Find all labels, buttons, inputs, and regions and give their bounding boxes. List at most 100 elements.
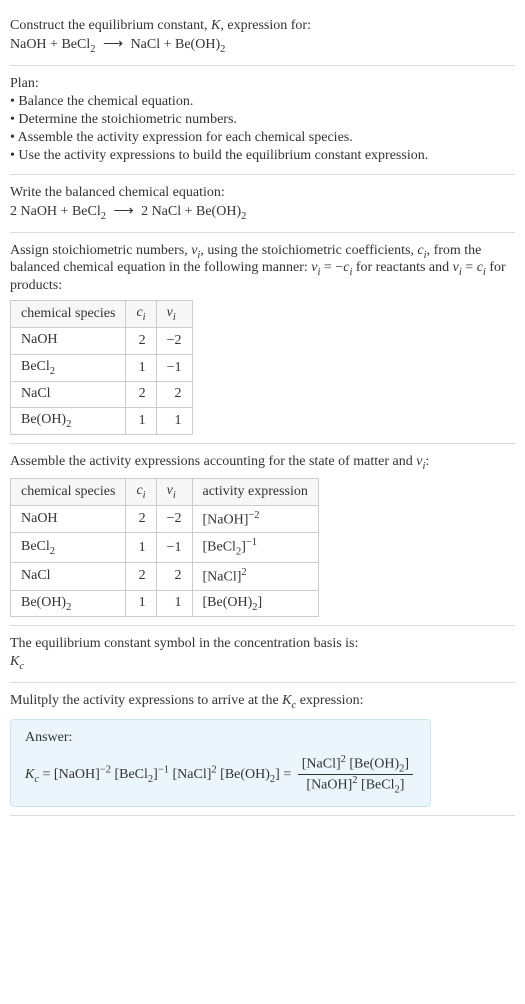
cell-species: NaOH	[11, 505, 126, 533]
cell-nu: 2	[156, 562, 192, 590]
cell-nu: −2	[156, 505, 192, 533]
cell-activity: [NaOH]−2	[192, 505, 318, 533]
den2a: [BeCl	[361, 778, 394, 793]
activity-title-a: Assemble the activity expressions accoun…	[10, 454, 416, 469]
arrow-icon: ⟶	[103, 36, 123, 53]
act-sup: 2	[241, 567, 246, 578]
den1sup: 2	[352, 775, 357, 786]
basis-kc: Kc	[10, 654, 515, 672]
sp-text: Be(OH)	[21, 412, 66, 427]
col-activity: activity expression	[192, 478, 318, 505]
act-main: [NaCl]	[203, 570, 242, 585]
cell-species: NaCl	[11, 381, 126, 408]
multiply-title-b: expression:	[296, 693, 363, 708]
act-main: [Be(OH)	[203, 595, 253, 610]
stoich-section: Assign stoichiometric numbers, νi, using…	[10, 233, 515, 445]
intro-k: K	[211, 18, 220, 33]
den2b: ]	[400, 778, 405, 793]
cell-nu: 1	[156, 590, 192, 617]
fraction-numerator: [NaCl]2 [Be(OH)2]	[298, 754, 413, 775]
cell-c: 2	[126, 327, 156, 354]
t3sup: 2	[211, 764, 216, 775]
cell-c: 1	[126, 408, 156, 435]
t1: [NaOH]	[54, 767, 100, 782]
balanced-equation: 2 NaOH + BeCl2 ⟶ 2 NaCl + Be(OH)2	[10, 203, 515, 222]
eq-sign: =	[39, 767, 54, 782]
t2sup: −1	[158, 764, 169, 775]
table-header-row: chemical species ci νi activity expressi…	[11, 478, 319, 505]
sp-text: NaOH	[21, 511, 58, 526]
fraction-denominator: [NaOH]2 [BeCl2]	[298, 775, 413, 795]
col-ci-i: i	[143, 312, 146, 323]
basis-title: The equilibrium constant symbol in the c…	[10, 636, 515, 652]
activity-table: chemical species ci νi activity expressi…	[10, 478, 319, 617]
col-species: chemical species	[11, 301, 126, 328]
act-sup: −1	[246, 537, 257, 548]
table-row: NaOH 2 −2 [NaOH]−2	[11, 505, 319, 533]
col-nui-i: i	[173, 490, 176, 501]
stoich-eq2b: =	[462, 260, 477, 275]
fraction: [NaCl]2 [Be(OH)2] [NaOH]2 [BeCl2]	[298, 754, 413, 796]
kc-k: K	[10, 654, 19, 669]
sp-text: BeCl	[21, 539, 50, 554]
cell-activity: [Be(OH)2]	[192, 590, 318, 617]
table-row: Be(OH)2 1 1 [Be(OH)2]	[11, 590, 319, 617]
plan-bullet-4: • Use the activity expressions to build …	[10, 148, 515, 164]
sp-text: BeCl	[21, 359, 50, 374]
plan-bullet-1: • Balance the chemical equation.	[10, 94, 515, 110]
activity-title-b: :	[425, 454, 429, 469]
intro-line1: Construct the equilibrium constant, K, e…	[10, 18, 515, 34]
multiply-section: Mulitply the activity expressions to arr…	[10, 683, 515, 816]
answer-box: Answer: Kc = [NaOH]−2 [BeCl2]−1 [NaCl]2 …	[10, 719, 431, 807]
intro-section: Construct the equilibrium constant, K, e…	[10, 8, 515, 66]
cell-nu: 1	[156, 408, 192, 435]
sp-text: NaCl	[21, 568, 51, 583]
table-row: NaCl 2 2 [NaCl]2	[11, 562, 319, 590]
kc-c: c	[19, 661, 24, 672]
kc-k: K	[282, 693, 291, 708]
balanced-lhs: 2 NaOH + BeCl	[10, 204, 101, 219]
num1: [NaCl]	[302, 757, 341, 772]
plan-bullet-3: • Assemble the activity expression for e…	[10, 130, 515, 146]
stoich-p1b: , using the stoichiometric coefficients,	[200, 243, 417, 258]
eq-lhs-sub: 2	[90, 44, 95, 55]
num2b: ]	[404, 757, 409, 772]
intro-equation: NaOH + BeCl2 ⟶ NaCl + Be(OH)2	[10, 36, 515, 55]
act-sup: −2	[248, 510, 259, 521]
cell-species: BeCl2	[11, 533, 126, 562]
cell-activity: [BeCl2]−1	[192, 533, 318, 562]
multiply-title: Mulitply the activity expressions to arr…	[10, 693, 515, 711]
balanced-rhs-sub: 2	[241, 211, 246, 222]
sp-sub: 2	[66, 601, 71, 612]
balanced-section: Write the balanced chemical equation: 2 …	[10, 175, 515, 233]
eq-sign2: =	[280, 767, 295, 782]
intro-text-pre: Construct the equilibrium constant,	[10, 18, 211, 33]
t3: [NaCl]	[173, 767, 212, 782]
cell-c: 1	[126, 590, 156, 617]
den1: [NaOH]	[306, 778, 352, 793]
multiply-title-a: Mulitply the activity expressions to arr…	[10, 693, 282, 708]
cell-species: NaCl	[11, 562, 126, 590]
cell-c: 2	[126, 562, 156, 590]
plan-section: Plan: • Balance the chemical equation. •…	[10, 66, 515, 175]
sp-sub: 2	[66, 419, 71, 430]
stoich-p1a: Assign stoichiometric numbers,	[10, 243, 191, 258]
act-main: [BeCl	[203, 540, 236, 555]
eq-lhs: NaOH + BeCl	[10, 37, 90, 52]
col-ci: ci	[126, 478, 156, 505]
cell-c: 2	[126, 505, 156, 533]
cell-activity: [NaCl]2	[192, 562, 318, 590]
kc-k: K	[25, 767, 34, 782]
t4a: [Be(OH)	[220, 767, 270, 782]
table-row: Be(OH)2 1 1	[11, 408, 193, 435]
col-ci-i: i	[143, 490, 146, 501]
table-header-row: chemical species ci νi	[11, 301, 193, 328]
t1sup: −2	[100, 764, 111, 775]
stoich-table: chemical species ci νi NaOH 2 −2 BeCl2 1…	[10, 300, 193, 435]
balanced-lhs-sub: 2	[101, 211, 106, 222]
activity-section: Assemble the activity expressions accoun…	[10, 444, 515, 626]
table-row: BeCl2 1 −1	[11, 354, 193, 381]
intro-text-post: , expression for:	[220, 18, 311, 33]
activity-title: Assemble the activity expressions accoun…	[10, 454, 515, 472]
cell-c: 1	[126, 354, 156, 381]
